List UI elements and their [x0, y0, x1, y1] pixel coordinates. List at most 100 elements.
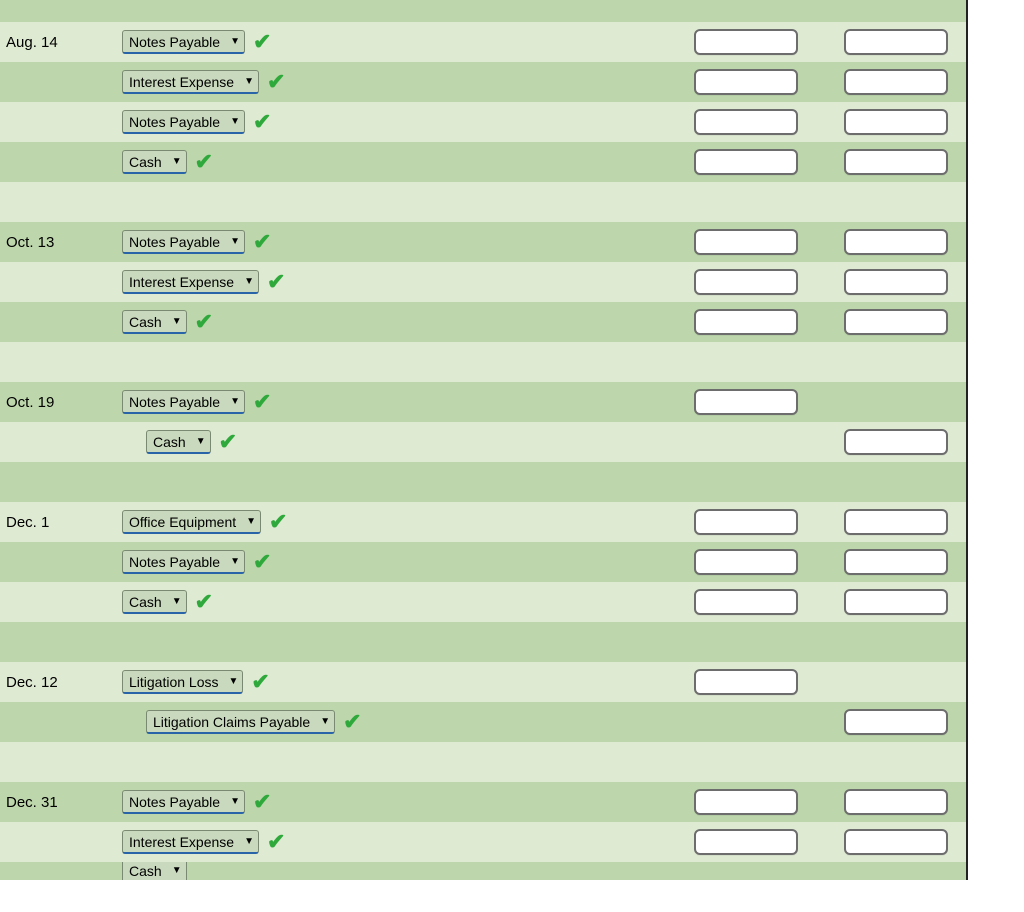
account-select[interactable]: Office Equipment▼	[122, 510, 261, 534]
journal-row: Notes Payable▼✔	[0, 542, 966, 582]
credit-input[interactable]	[844, 29, 948, 55]
credit-input[interactable]	[844, 789, 948, 815]
debit-cell	[666, 589, 826, 615]
debit-input[interactable]	[694, 149, 798, 175]
account-select-label: Interest Expense	[129, 834, 234, 850]
chevron-down-icon: ▼	[230, 796, 240, 807]
date-cell: Dec. 31	[0, 794, 122, 811]
journal-row: Notes Payable▼ ✔	[0, 102, 966, 142]
debit-input[interactable]	[694, 589, 798, 615]
chevron-down-icon: ▼	[244, 76, 254, 87]
account-select[interactable]: Cash ▼	[146, 430, 211, 454]
check-icon: ✔	[195, 311, 213, 333]
account-select[interactable]: Cash ▼	[122, 590, 187, 614]
debit-input[interactable]	[694, 789, 798, 815]
debit-cell	[666, 669, 826, 695]
account-cell: Cash▼✔	[122, 590, 666, 614]
date-cell: Dec. 12	[0, 674, 122, 691]
credit-input[interactable]	[844, 589, 948, 615]
credit-cell	[826, 69, 966, 95]
account-select[interactable]: Notes Payable▼	[122, 230, 245, 254]
credit-input[interactable]	[844, 149, 948, 175]
debit-cell	[666, 389, 826, 415]
journal-row: Cash▼✔	[0, 422, 966, 462]
account-select[interactable]: Notes Payable ▼	[122, 790, 245, 814]
debit-input[interactable]	[694, 269, 798, 295]
chevron-down-icon: ▼	[244, 276, 254, 287]
debit-input[interactable]	[694, 509, 798, 535]
chevron-down-icon: ▼	[230, 556, 240, 567]
credit-input[interactable]	[844, 509, 948, 535]
account-select[interactable]: Interest Expense▼	[122, 830, 259, 854]
account-cell: Notes Payable▼✔	[122, 790, 666, 814]
date-cell: Dec. 1	[0, 514, 122, 531]
debit-input[interactable]	[694, 229, 798, 255]
account-select[interactable]: Interest Expense▼	[122, 270, 259, 294]
account-cell: Interest Expense▼ ✔	[122, 270, 666, 294]
credit-cell	[826, 709, 966, 735]
credit-input[interactable]	[844, 309, 948, 335]
credit-cell	[826, 29, 966, 55]
account-select-label: Cash	[129, 594, 162, 610]
debit-input[interactable]	[694, 829, 798, 855]
chevron-down-icon: ▼	[196, 436, 206, 447]
credit-input[interactable]	[844, 429, 948, 455]
journal-row: Oct. 13Notes Payable▼✔	[0, 222, 966, 262]
debit-input[interactable]	[694, 29, 798, 55]
account-select[interactable]: Notes Payable▼	[122, 30, 245, 54]
check-icon: ✔	[269, 511, 287, 533]
credit-input[interactable]	[844, 829, 948, 855]
check-icon: ✔	[253, 231, 271, 253]
account-select-label: Litigation Claims Payable	[153, 714, 310, 730]
account-select[interactable]: Litigation Claims Payable▼	[146, 710, 335, 734]
credit-input[interactable]	[844, 709, 948, 735]
account-select-label: Cash	[153, 434, 186, 450]
credit-input[interactable]	[844, 229, 948, 255]
credit-cell	[826, 549, 966, 575]
account-select[interactable]: Notes Payable▼	[122, 110, 245, 134]
account-select-label: Cash	[129, 314, 162, 330]
account-cell: Cash▼✔	[122, 430, 666, 454]
journal-row: Oct. 19Notes Payable▼✔	[0, 382, 966, 422]
check-icon: ✔	[267, 271, 285, 293]
check-icon: ✔	[251, 671, 269, 693]
debit-input[interactable]	[694, 309, 798, 335]
account-select[interactable]: Interest Expense▼	[122, 70, 259, 94]
account-select[interactable]: Cash▼	[122, 862, 187, 880]
credit-input[interactable]	[844, 109, 948, 135]
journal-row: Interest Expense▼ ✔	[0, 822, 966, 862]
account-select-label: Cash	[129, 154, 162, 170]
top-spacer	[0, 0, 966, 22]
account-select[interactable]: Litigation Loss ▼	[122, 670, 243, 694]
credit-input[interactable]	[844, 269, 948, 295]
chevron-down-icon: ▼	[172, 596, 182, 607]
credit-cell	[826, 589, 966, 615]
credit-input[interactable]	[844, 69, 948, 95]
account-cell: Notes Payable▼✔	[122, 390, 666, 414]
debit-cell	[666, 69, 826, 95]
account-cell: Cash▼	[122, 862, 666, 880]
credit-cell	[826, 229, 966, 255]
journal-row	[0, 182, 966, 222]
account-select-label: Notes Payable	[129, 794, 220, 810]
debit-input[interactable]	[694, 549, 798, 575]
account-select[interactable]: Cash▼	[122, 150, 187, 174]
debit-input[interactable]	[694, 669, 798, 695]
account-select-label: Litigation Loss	[129, 674, 219, 690]
debit-input[interactable]	[694, 389, 798, 415]
debit-cell	[666, 149, 826, 175]
debit-input[interactable]	[694, 109, 798, 135]
account-cell: Notes Payable▼ ✔	[122, 110, 666, 134]
chevron-down-icon: ▼	[230, 236, 240, 247]
account-select[interactable]: Notes Payable▼	[122, 390, 245, 414]
check-icon: ✔	[253, 111, 271, 133]
credit-input[interactable]	[844, 549, 948, 575]
journal-row: Cash▼✔	[0, 582, 966, 622]
account-select[interactable]: Notes Payable▼	[122, 550, 245, 574]
account-cell: Notes Payable▼ ✔	[122, 230, 666, 254]
check-icon: ✔	[267, 831, 285, 853]
account-select[interactable]: Cash▼	[122, 310, 187, 334]
chevron-down-icon: ▼	[229, 676, 239, 687]
debit-input[interactable]	[694, 69, 798, 95]
credit-cell	[826, 429, 966, 455]
